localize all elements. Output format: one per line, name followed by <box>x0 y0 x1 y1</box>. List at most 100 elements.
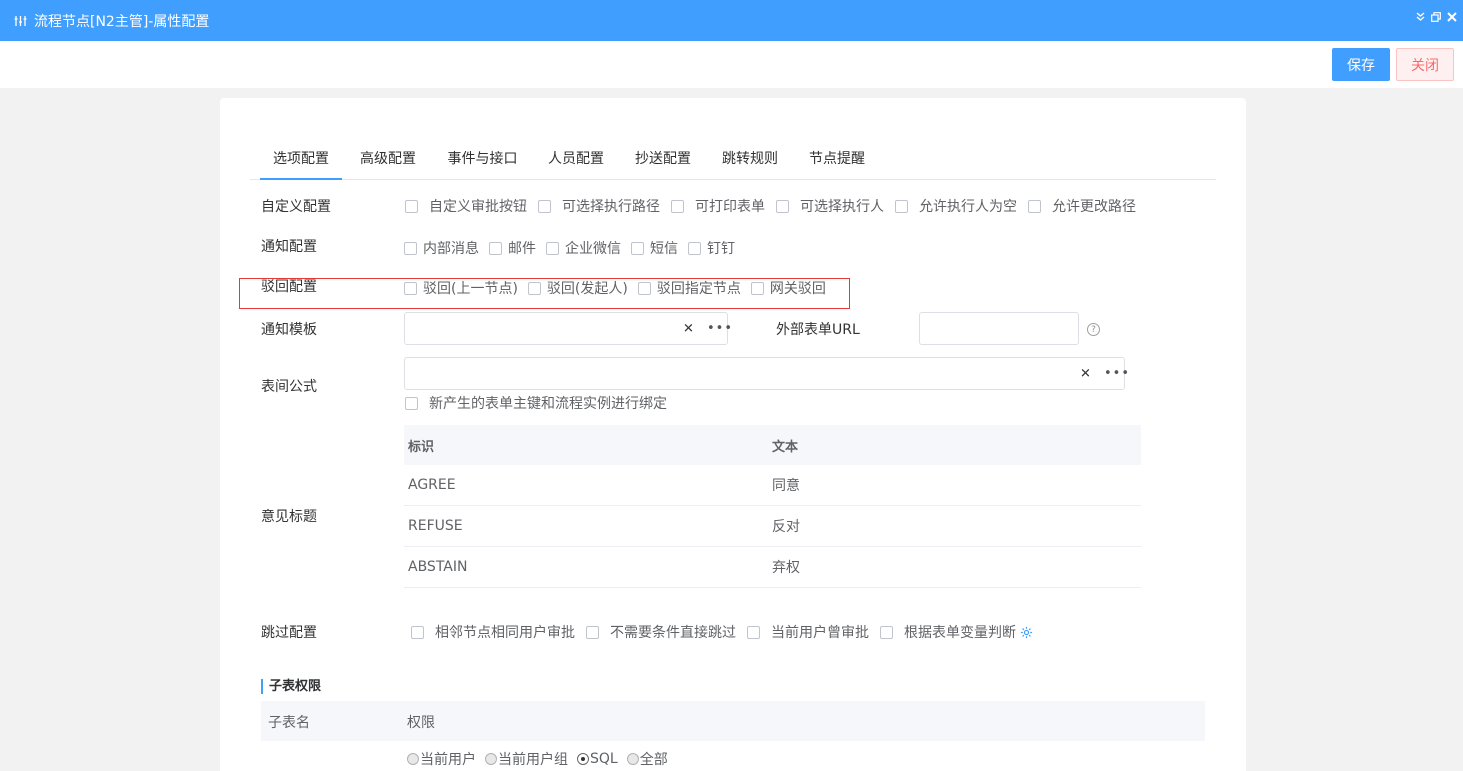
checkbox-box[interactable] <box>404 241 417 255</box>
checkbox-email[interactable]: 邮件 <box>489 238 536 258</box>
notify-config-label: 通知配置 <box>261 239 317 255</box>
table-header: 标识 文本 <box>404 425 1141 465</box>
checkbox-box[interactable] <box>405 396 418 410</box>
checkbox-wecom[interactable]: 企业微信 <box>546 238 621 258</box>
flow-node-icon <box>13 14 27 28</box>
opinion-label: 意见标题 <box>261 509 317 525</box>
checkbox-box[interactable] <box>688 241 701 255</box>
checkbox-allow-change-path[interactable]: 允许更改路径 <box>1028 196 1136 216</box>
tab-cc[interactable]: 抄送配置 <box>633 140 693 180</box>
table-row[interactable]: ABSTAIN 弃权 <box>404 547 1141 588</box>
table-row[interactable]: REFUSE 反对 <box>404 506 1141 547</box>
radio-current-user-group[interactable]: 当前用户组 <box>485 749 568 769</box>
checkbox-box[interactable] <box>404 281 417 295</box>
checkbox-box[interactable] <box>527 281 541 295</box>
checkbox-box[interactable] <box>405 199 418 213</box>
formula-selector[interactable]: ✕ ••• <box>404 357 1129 390</box>
close-button[interactable]: 关闭 <box>1396 48 1454 81</box>
tab-advanced[interactable]: 高级配置 <box>358 140 418 180</box>
checkbox-box[interactable] <box>880 625 893 639</box>
column-header-permission: 权限 <box>407 715 435 731</box>
notify-config-options: 内部消息 邮件 企业微信 短信 钉钉 <box>404 238 735 258</box>
cell-text: 反对 <box>772 519 800 535</box>
notify-template-selector[interactable]: ✕ ••• <box>404 312 732 345</box>
tab-personnel[interactable]: 人员配置 <box>546 140 606 180</box>
action-toolbar: 保存 关闭 <box>0 41 1463 88</box>
checkbox-bind-form-instance[interactable]: 新产生的表单主键和流程实例进行绑定 <box>405 393 667 413</box>
opinion-table: 标识 文本 AGREE 同意 REFUSE 反对 ABSTAIN 弃权 <box>404 425 1141 588</box>
custom-config-options: 自定义审批按钮 可选择执行路径 可打印表单 可选择执行人 允许执行人为空 允许更… <box>405 196 1136 216</box>
notify-template-label: 通知模板 <box>261 322 317 338</box>
close-icon[interactable] <box>1446 10 1458 24</box>
radio-circle[interactable] <box>407 753 419 765</box>
checkbox-reject-specified-node[interactable]: 驳回指定节点 <box>637 278 741 298</box>
checkbox-select-executor[interactable]: 可选择执行人 <box>776 196 884 216</box>
checkbox-skip-unconditional[interactable]: 不需要条件直接跳过 <box>586 622 736 642</box>
cell-id: REFUSE <box>408 518 463 534</box>
checkbox-skip-form-variable[interactable]: 根据表单变量判断 <box>880 622 1016 642</box>
cell-id: AGREE <box>408 477 456 493</box>
checkbox-skip-user-approved[interactable]: 当前用户曾审批 <box>747 622 869 642</box>
restore-icon[interactable] <box>1430 10 1442 24</box>
tab-bar: 选项配置 高级配置 事件与接口 人员配置 抄送配置 跳转规则 节点提醒 <box>250 140 1216 180</box>
checkbox-box[interactable] <box>671 199 684 213</box>
skip-config-label: 跳过配置 <box>261 625 317 641</box>
help-icon[interactable]: ? <box>1087 323 1100 336</box>
clear-icon[interactable]: ✕ <box>1080 366 1091 381</box>
checkbox-box[interactable] <box>1028 199 1041 213</box>
cell-id: ABSTAIN <box>408 559 468 575</box>
checkbox-box[interactable] <box>750 281 764 295</box>
radio-all[interactable]: 全部 <box>626 749 668 769</box>
column-header-subtable-name: 子表名 <box>268 715 310 731</box>
checkbox-gateway-reject[interactable]: 网关驳回 <box>750 278 826 298</box>
checkbox-box[interactable] <box>895 199 908 213</box>
external-url-label: 外部表单URL <box>776 322 860 338</box>
checkbox-box[interactable] <box>411 625 424 639</box>
settings-icon[interactable] <box>1020 626 1033 639</box>
clear-icon[interactable]: ✕ <box>683 321 694 336</box>
checkbox-dingtalk[interactable]: 钉钉 <box>688 238 735 258</box>
checkbox-allow-empty-executor[interactable]: 允许执行人为空 <box>895 196 1017 216</box>
save-button[interactable]: 保存 <box>1332 48 1390 81</box>
checkbox-custom-approve-button[interactable]: 自定义审批按钮 <box>405 196 527 216</box>
radio-circle[interactable] <box>626 753 639 765</box>
window-title: 流程节点[N2主管]-属性配置 <box>34 13 210 30</box>
radio-sql[interactable]: SQL <box>577 751 618 767</box>
checkbox-select-path[interactable]: 可选择执行路径 <box>538 196 660 216</box>
checkbox-box[interactable] <box>586 625 599 639</box>
tab-jump-rules[interactable]: 跳转规则 <box>720 140 780 180</box>
tab-events[interactable]: 事件与接口 <box>445 140 520 180</box>
formula-bind-option: 新产生的表单主键和流程实例进行绑定 <box>405 393 667 413</box>
more-icon[interactable]: ••• <box>707 320 733 335</box>
checkbox-box[interactable] <box>538 199 551 213</box>
checkbox-box[interactable] <box>776 199 789 213</box>
column-header-text: 文本 <box>772 439 799 455</box>
window-titlebar: 流程节点[N2主管]-属性配置 <box>0 0 1463 41</box>
checkbox-reject-previous-node[interactable]: 驳回(上一节点) <box>404 278 518 298</box>
checkbox-internal-message[interactable]: 内部消息 <box>404 238 479 258</box>
checkbox-skip-same-user[interactable]: 相邻节点相同用户审批 <box>411 622 575 642</box>
checkbox-box[interactable] <box>747 625 760 639</box>
cell-text: 同意 <box>772 478 800 494</box>
subtable-section-title: 子表权限 <box>261 679 321 694</box>
tab-reminders[interactable]: 节点提醒 <box>807 140 867 180</box>
external-url-input[interactable] <box>919 312 1079 345</box>
checkbox-reject-initiator[interactable]: 驳回(发起人) <box>527 278 628 298</box>
checkbox-sms[interactable]: 短信 <box>631 238 678 258</box>
skip-config-options: 相邻节点相同用户审批 不需要条件直接跳过 当前用户曾审批 根据表单变量判断 <box>411 622 1033 642</box>
reject-config-options: 驳回(上一节点) 驳回(发起人) 驳回指定节点 网关驳回 <box>404 278 826 298</box>
column-header-id: 标识 <box>408 439 435 455</box>
radio-circle-selected[interactable] <box>577 753 589 765</box>
checkbox-box[interactable] <box>546 241 559 255</box>
collapse-icon[interactable] <box>1414 10 1426 24</box>
checkbox-box[interactable] <box>489 241 502 255</box>
radio-circle[interactable] <box>485 753 497 765</box>
checkbox-box[interactable] <box>631 241 644 255</box>
tab-options[interactable]: 选项配置 <box>260 140 342 180</box>
checkbox-printable-form[interactable]: 可打印表单 <box>671 196 765 216</box>
formula-label: 表间公式 <box>261 379 317 395</box>
checkbox-box[interactable] <box>637 281 651 295</box>
radio-current-user[interactable]: 当前用户 <box>407 749 476 769</box>
more-icon[interactable]: ••• <box>1104 365 1130 380</box>
table-row[interactable]: AGREE 同意 <box>404 465 1141 506</box>
